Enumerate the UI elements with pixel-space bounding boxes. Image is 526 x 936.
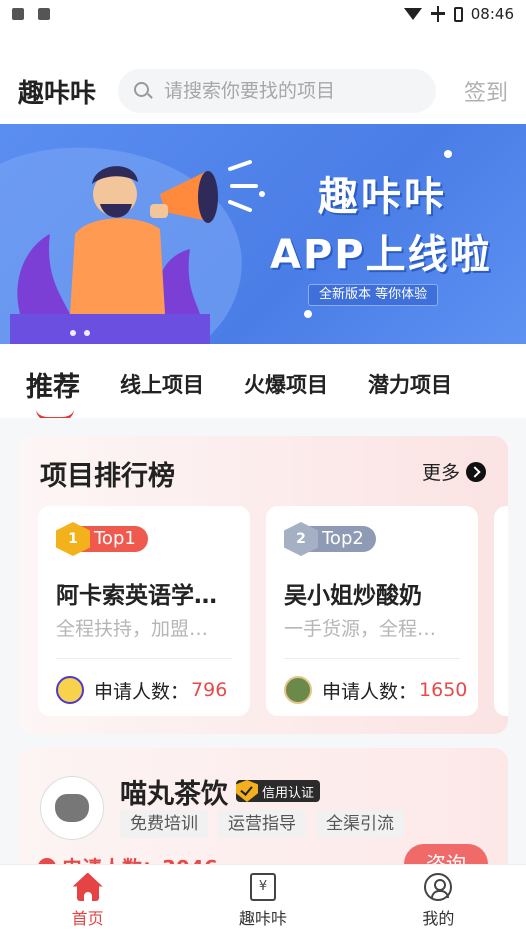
banner-subtitle: APP上线啦 [270,232,492,278]
apply-info: 申请人数： 796 [56,676,227,704]
status-indicators: 08:46 [403,5,514,23]
tab-recommend[interactable]: 推荐 [26,365,80,421]
nav-label: 我的 [422,908,455,928]
ranking-item[interactable]: 2 Top2 吴小姐炒酸奶 一手货源，全程… 申请人数： 1650 [266,506,478,716]
shop-avatar [40,776,104,840]
tab-label: 推荐 [26,371,80,403]
shop-tags: 免费培训 运营指导 全渠引流 [120,810,404,838]
ranking-item-partial[interactable] [494,506,508,716]
project-name: 阿卡索英语学… [56,583,217,609]
bottom-navigation: 首页 ¥ 趣咔咔 我的 [0,864,526,936]
rank-badge: 2 Top2 [284,522,376,556]
category-tabs: 推荐 线上项目 火爆项目 潜力项目 [0,356,526,421]
promo-banner[interactable]: 趣咔咔 APP上线啦 全新版本 等你体验 [0,124,526,344]
divider [56,658,232,659]
ranking-item[interactable]: 1 Top1 阿卡索英语学… 全程扶持，加盟… 申请人数： 796 [38,506,250,716]
project-name: 吴小姐炒酸奶 [284,583,422,609]
brand-logo-icon [284,676,312,704]
ranking-section: 项目排行榜 更多 1 Top1 阿卡索英语学… 全程扶持，加盟… 申请人数： 7… [0,418,526,748]
verified-badge: 信用认证 [236,780,321,802]
apply-label: 申请人数： [94,680,190,703]
nav-label: 首页 [71,908,104,928]
more-label: 更多 [421,462,460,484]
apply-info: 申请人数： 1650 [284,676,467,704]
shop-name: 喵丸茶饮 [120,779,228,810]
rank-badge: 1 Top1 [56,522,148,556]
tab-hot-projects[interactable]: 火爆项目 [244,369,328,399]
nav-qukaka[interactable]: ¥ 趣咔咔 [175,865,350,936]
tag-operation-guide: 运营指导 [218,810,306,838]
shop-apply-text: 申请人数：3046 [62,852,218,864]
shop-section: 喵丸茶饮 信用认证 免费培训 运营指导 全渠引流 申请人数：3046 咨询 [0,748,526,864]
status-notifications [12,8,50,20]
nav-label: 趣咔咔 [238,908,287,928]
wifi-icon [403,8,422,20]
verified-icon [236,780,258,802]
search-icon [134,82,153,100]
nav-home[interactable]: 首页 [0,865,175,936]
battery-icon [453,6,463,22]
tab-potential-projects[interactable]: 潜力项目 [368,369,452,399]
shop-card[interactable]: 喵丸茶饮 信用认证 免费培训 运营指导 全渠引流 申请人数：3046 咨询 [18,748,508,864]
brand-logo-icon [56,676,84,704]
signin-button[interactable]: 签到 [464,75,508,107]
arrow-right-icon [466,461,486,482]
location-pin-icon [34,853,60,864]
ranking-title: 项目排行榜 [40,461,175,492]
status-bar: 08:46 [0,0,526,28]
banner-tagline: 全新版本 等你体验 [308,284,439,306]
apply-count: 796 [191,679,228,701]
ranking-list: 1 Top1 阿卡索英语学… 全程扶持，加盟… 申请人数： 796 2 Top2… [38,506,508,716]
tag-free-training: 免费培训 [120,810,208,838]
nav-profile[interactable]: 我的 [351,865,526,936]
tag-all-channel: 全渠引流 [316,810,404,838]
search-input[interactable] [164,80,414,102]
font-app-icon [38,8,50,20]
message-icon [12,8,24,20]
tab-online-projects[interactable]: 线上项目 [120,369,204,399]
shop-apply-count: 申请人数：3046 [34,852,218,864]
airplane-icon [430,6,446,22]
bag-icon: ¥ [249,872,276,901]
search-bar[interactable] [118,69,436,113]
apply-label: 申请人数： [322,680,418,703]
verified-label: 信用认证 [262,785,315,801]
carousel-indicator [70,330,90,336]
project-desc: 全程扶持，加盟… [56,618,209,640]
top-header: 趣咔咔 签到 [0,66,526,116]
project-desc: 一手货源，全程… [284,618,437,640]
divider [284,658,460,659]
ranking-more-button[interactable]: 更多 [422,458,486,485]
user-icon [424,872,453,901]
cat-logo-icon [55,794,89,822]
consult-button[interactable]: 咨询 [404,844,488,864]
ranking-card: 项目排行榜 更多 1 Top1 阿卡索英语学… 全程扶持，加盟… 申请人数： 7… [18,436,508,734]
apply-count: 1650 [419,679,468,701]
app-title: 趣咔咔 [18,78,97,109]
home-icon [72,872,103,901]
status-time: 08:46 [470,5,514,23]
banner-title: 趣咔咔 [318,174,447,220]
